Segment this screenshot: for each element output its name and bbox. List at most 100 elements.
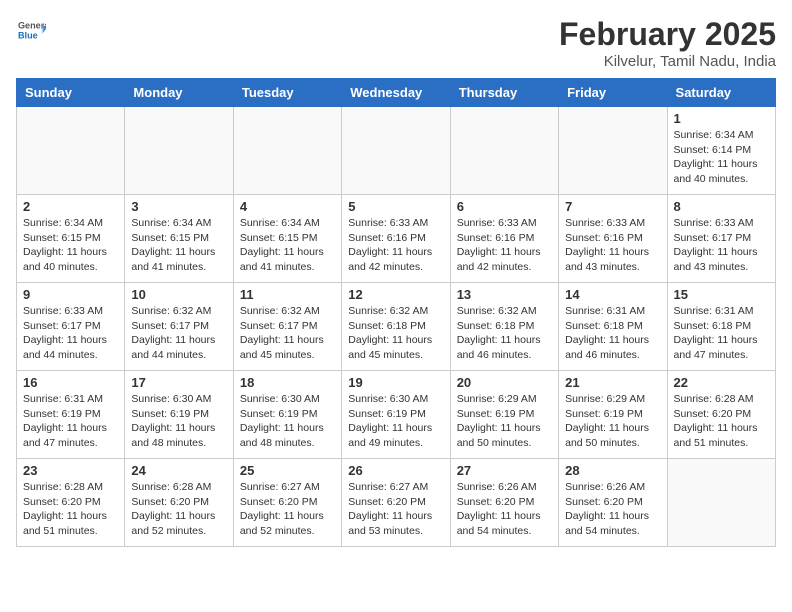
day-number: 21 — [565, 375, 660, 390]
calendar-day-cell: 1 Sunrise: 6:34 AM Sunset: 6:14 PM Daylig… — [667, 107, 775, 195]
calendar-day-cell: 27 Sunrise: 6:26 AM Sunset: 6:20 PM Dayli… — [450, 459, 558, 547]
calendar-day-cell: 23 Sunrise: 6:28 AM Sunset: 6:20 PM Dayli… — [17, 459, 125, 547]
day-number: 19 — [348, 375, 443, 390]
calendar-week-row: 23 Sunrise: 6:28 AM Sunset: 6:20 PM Dayli… — [17, 459, 776, 547]
day-info: Sunrise: 6:34 AM Sunset: 6:15 PM Dayligh… — [23, 216, 118, 275]
day-info: Sunrise: 6:30 AM Sunset: 6:19 PM Dayligh… — [348, 392, 443, 451]
day-number: 7 — [565, 199, 660, 214]
day-info: Sunrise: 6:30 AM Sunset: 6:19 PM Dayligh… — [240, 392, 335, 451]
calendar-day-cell: 4 Sunrise: 6:34 AM Sunset: 6:15 PM Daylig… — [233, 195, 341, 283]
day-number: 26 — [348, 463, 443, 478]
day-number: 27 — [457, 463, 552, 478]
day-number: 6 — [457, 199, 552, 214]
day-number: 24 — [131, 463, 226, 478]
day-number: 20 — [457, 375, 552, 390]
day-number: 17 — [131, 375, 226, 390]
day-number: 15 — [674, 287, 769, 302]
calendar-day-cell: 17 Sunrise: 6:30 AM Sunset: 6:19 PM Dayli… — [125, 371, 233, 459]
weekday-header-row: SundayMondayTuesdayWednesdayThursdayFrid… — [17, 79, 776, 107]
day-info: Sunrise: 6:26 AM Sunset: 6:20 PM Dayligh… — [457, 480, 552, 539]
calendar-week-row: 16 Sunrise: 6:31 AM Sunset: 6:19 PM Dayli… — [17, 371, 776, 459]
calendar-day-cell: 20 Sunrise: 6:29 AM Sunset: 6:19 PM Dayli… — [450, 371, 558, 459]
day-info: Sunrise: 6:33 AM Sunset: 6:17 PM Dayligh… — [674, 216, 769, 275]
logo: General Blue — [16, 16, 46, 49]
calendar-day-cell — [17, 107, 125, 195]
calendar-day-cell: 25Sunrise: 6:27 AM Sunset: 6:20 PM Dayli… — [233, 459, 341, 547]
calendar-day-cell: 5Sunrise: 6:33 AM Sunset: 6:16 PM Daylig… — [342, 195, 450, 283]
calendar-table: SundayMondayTuesdayWednesdayThursdayFrid… — [16, 78, 776, 547]
day-number: 5 — [348, 199, 443, 214]
day-number: 14 — [565, 287, 660, 302]
day-number: 4 — [240, 199, 335, 214]
calendar-day-cell: 10Sunrise: 6:32 AM Sunset: 6:17 PM Dayli… — [125, 283, 233, 371]
calendar-day-cell: 18 Sunrise: 6:30 AM Sunset: 6:19 PM Dayli… — [233, 371, 341, 459]
calendar-week-row: 2 Sunrise: 6:34 AM Sunset: 6:15 PM Daylig… — [17, 195, 776, 283]
day-info: Sunrise: 6:29 AM Sunset: 6:19 PM Dayligh… — [565, 392, 660, 451]
calendar-day-cell: 14 Sunrise: 6:31 AM Sunset: 6:18 PM Dayli… — [559, 283, 667, 371]
calendar-day-cell: 3 Sunrise: 6:34 AM Sunset: 6:15 PM Daylig… — [125, 195, 233, 283]
calendar-day-cell: 13Sunrise: 6:32 AM Sunset: 6:18 PM Dayli… — [450, 283, 558, 371]
weekday-header-cell: Friday — [559, 79, 667, 107]
weekday-header-cell: Sunday — [17, 79, 125, 107]
calendar-week-row: 9Sunrise: 6:33 AM Sunset: 6:17 PM Daylig… — [17, 283, 776, 371]
day-number: 23 — [23, 463, 118, 478]
day-info: Sunrise: 6:34 AM Sunset: 6:14 PM Dayligh… — [674, 128, 769, 187]
day-info: Sunrise: 6:32 AM Sunset: 6:17 PM Dayligh… — [240, 304, 335, 363]
day-info: Sunrise: 6:31 AM Sunset: 6:19 PM Dayligh… — [23, 392, 118, 451]
calendar-day-cell — [233, 107, 341, 195]
day-info: Sunrise: 6:31 AM Sunset: 6:18 PM Dayligh… — [565, 304, 660, 363]
calendar-day-cell: 8 Sunrise: 6:33 AM Sunset: 6:17 PM Daylig… — [667, 195, 775, 283]
calendar-day-cell — [450, 107, 558, 195]
month-title: February 2025 — [559, 16, 776, 53]
day-info: Sunrise: 6:31 AM Sunset: 6:18 PM Dayligh… — [674, 304, 769, 363]
weekday-header-cell: Saturday — [667, 79, 775, 107]
day-number: 28 — [565, 463, 660, 478]
day-number: 3 — [131, 199, 226, 214]
calendar-day-cell: 24Sunrise: 6:28 AM Sunset: 6:20 PM Dayli… — [125, 459, 233, 547]
calendar-day-cell: 26 Sunrise: 6:27 AM Sunset: 6:20 PM Dayli… — [342, 459, 450, 547]
day-number: 18 — [240, 375, 335, 390]
day-info: Sunrise: 6:30 AM Sunset: 6:19 PM Dayligh… — [131, 392, 226, 451]
calendar-body: 1 Sunrise: 6:34 AM Sunset: 6:14 PM Daylig… — [17, 107, 776, 547]
logo-icon: General Blue — [18, 16, 46, 44]
calendar-day-cell — [125, 107, 233, 195]
location: Kilvelur, Tamil Nadu, India — [559, 53, 776, 70]
day-info: Sunrise: 6:28 AM Sunset: 6:20 PM Dayligh… — [674, 392, 769, 451]
calendar-day-cell: 19 Sunrise: 6:30 AM Sunset: 6:19 PM Dayli… — [342, 371, 450, 459]
day-info: Sunrise: 6:32 AM Sunset: 6:18 PM Dayligh… — [348, 304, 443, 363]
weekday-header-cell: Monday — [125, 79, 233, 107]
day-info: Sunrise: 6:33 AM Sunset: 6:17 PM Dayligh… — [23, 304, 118, 363]
day-number: 10 — [131, 287, 226, 302]
day-info: Sunrise: 6:29 AM Sunset: 6:19 PM Dayligh… — [457, 392, 552, 451]
calendar-day-cell — [559, 107, 667, 195]
calendar-day-cell: 28 Sunrise: 6:26 AM Sunset: 6:20 PM Dayli… — [559, 459, 667, 547]
day-info: Sunrise: 6:26 AM Sunset: 6:20 PM Dayligh… — [565, 480, 660, 539]
weekday-header-cell: Wednesday — [342, 79, 450, 107]
calendar-day-cell: 7 Sunrise: 6:33 AM Sunset: 6:16 PM Daylig… — [559, 195, 667, 283]
day-info: Sunrise: 6:33 AM Sunset: 6:16 PM Dayligh… — [565, 216, 660, 275]
weekday-header-cell: Tuesday — [233, 79, 341, 107]
day-info: Sunrise: 6:33 AM Sunset: 6:16 PM Dayligh… — [457, 216, 552, 275]
day-info: Sunrise: 6:34 AM Sunset: 6:15 PM Dayligh… — [131, 216, 226, 275]
calendar-day-cell: 11 Sunrise: 6:32 AM Sunset: 6:17 PM Dayli… — [233, 283, 341, 371]
day-info: Sunrise: 6:27 AM Sunset: 6:20 PM Dayligh… — [240, 480, 335, 539]
calendar-day-cell: 6 Sunrise: 6:33 AM Sunset: 6:16 PM Daylig… — [450, 195, 558, 283]
day-number: 13 — [457, 287, 552, 302]
day-number: 1 — [674, 111, 769, 126]
day-info: Sunrise: 6:27 AM Sunset: 6:20 PM Dayligh… — [348, 480, 443, 539]
calendar-day-cell — [342, 107, 450, 195]
calendar-day-cell: 21 Sunrise: 6:29 AM Sunset: 6:19 PM Dayli… — [559, 371, 667, 459]
day-number: 2 — [23, 199, 118, 214]
day-number: 11 — [240, 287, 335, 302]
calendar-day-cell — [667, 459, 775, 547]
calendar-day-cell: 9Sunrise: 6:33 AM Sunset: 6:17 PM Daylig… — [17, 283, 125, 371]
day-info: Sunrise: 6:34 AM Sunset: 6:15 PM Dayligh… — [240, 216, 335, 275]
day-number: 16 — [23, 375, 118, 390]
calendar-week-row: 1 Sunrise: 6:34 AM Sunset: 6:14 PM Daylig… — [17, 107, 776, 195]
day-number: 12 — [348, 287, 443, 302]
calendar-day-cell: 15 Sunrise: 6:31 AM Sunset: 6:18 PM Dayli… — [667, 283, 775, 371]
day-number: 8 — [674, 199, 769, 214]
calendar-day-cell: 16 Sunrise: 6:31 AM Sunset: 6:19 PM Dayli… — [17, 371, 125, 459]
day-info: Sunrise: 6:28 AM Sunset: 6:20 PM Dayligh… — [23, 480, 118, 539]
svg-text:Blue: Blue — [18, 30, 38, 40]
